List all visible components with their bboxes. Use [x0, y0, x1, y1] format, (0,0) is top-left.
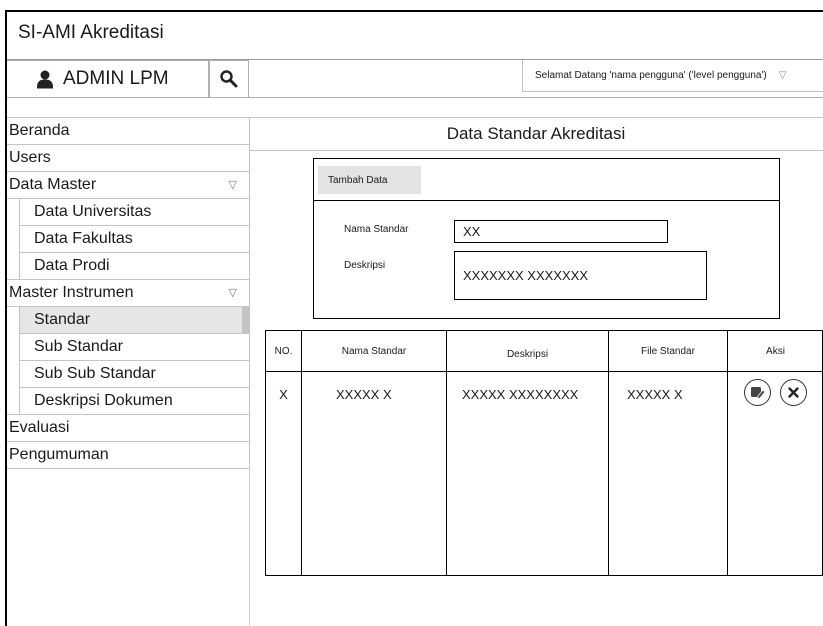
app-window: SI-AMI Akreditasi ADMIN LPM Selamat Data… — [0, 0, 823, 626]
column-header-file: File Standar — [641, 345, 695, 357]
chevron-down-icon: ▽ — [228, 287, 237, 299]
sidebar-item-label: Pengumuman — [9, 446, 109, 463]
sidebar-item-label: Data Master — [9, 176, 97, 193]
cell-deskripsi: XXXXX XXXXXXXX — [462, 386, 579, 402]
user-label: ADMIN LPM — [63, 68, 169, 89]
nama-standar-label: Nama Standar — [344, 224, 409, 235]
sidebar-item-users[interactable]: Users — [7, 144, 250, 172]
edit-button[interactable] — [744, 379, 771, 406]
sidebar-item-evaluasi[interactable]: Evaluasi — [7, 414, 250, 442]
delete-button[interactable] — [780, 379, 807, 406]
chevron-down-icon: ▽ — [228, 179, 237, 191]
sidebar-item-data-prodi[interactable]: Data Prodi — [19, 252, 250, 280]
form-divider — [314, 200, 779, 201]
sidebar-item-label: Standar — [34, 311, 91, 328]
sidebar-item-beranda[interactable]: Beranda — [7, 117, 250, 145]
welcome-text: Selamat Datang 'nama pengguna' ('level p… — [535, 70, 767, 81]
column-header-deskripsi: Deskripsi — [506, 348, 549, 360]
sidebar-item-label: Data Universitas — [34, 203, 152, 220]
deskripsi-input[interactable]: XXXXXXX XXXXXXX — [454, 251, 707, 300]
cell-file: XXXXX X — [627, 386, 683, 402]
sidebar: Beranda Users Data Master ▽ Data Univers… — [7, 117, 250, 469]
sidebar-item-label: Sub Sub Standar — [34, 365, 156, 382]
deskripsi-label: Deskripsi — [344, 260, 386, 271]
sidebar-divider — [249, 464, 250, 626]
page-title: Data Standar Akreditasi — [249, 117, 823, 151]
sidebar-item-label: Sub Standar — [34, 338, 123, 355]
cell-no: X — [279, 386, 288, 402]
nama-standar-input[interactable]: XX — [454, 220, 668, 243]
sidebar-item-label: Users — [9, 149, 51, 166]
sidebar-item-data-universitas[interactable]: Data Universitas — [19, 198, 250, 226]
sidebar-item-pengumuman[interactable]: Pengumuman — [7, 441, 250, 469]
user-profile[interactable]: ADMIN LPM — [7, 60, 209, 98]
sidebar-item-label: Master Instrumen — [9, 284, 134, 301]
welcome-dropdown[interactable]: Selamat Datang 'nama pengguna' ('level p… — [522, 60, 823, 92]
sidebar-item-sub-sub-standar[interactable]: Sub Sub Standar — [19, 360, 250, 388]
search-button[interactable] — [209, 60, 249, 98]
column-header-nama: Nama Standar — [341, 345, 407, 357]
column-header-no: NO. — [274, 345, 293, 357]
chevron-down-icon: ▽ — [778, 70, 787, 81]
sidebar-item-standar[interactable]: Standar — [19, 306, 250, 334]
search-icon — [220, 70, 238, 88]
cell-nama: XXXXX X — [336, 386, 392, 402]
sidebar-item-sub-standar[interactable]: Sub Standar — [19, 333, 250, 361]
sidebar-item-master-instrumen[interactable]: Master Instrumen ▽ — [7, 279, 250, 307]
sidebar-item-deskripsi-dokumen[interactable]: Deskripsi Dokumen — [19, 387, 250, 415]
sidebar-item-label: Deskripsi Dokumen — [34, 392, 173, 409]
column-header-aksi: Aksi — [766, 345, 785, 357]
user-icon — [37, 70, 53, 89]
sidebar-item-label: Evaluasi — [9, 419, 70, 436]
sidebar-item-label: Beranda — [9, 122, 70, 139]
standar-form: Tambah Data Nama Standar XX Deskripsi XX… — [313, 158, 780, 319]
sidebar-item-data-fakultas[interactable]: Data Fakultas — [19, 225, 250, 253]
app-title: SI-AMI Akreditasi — [18, 22, 164, 43]
close-icon — [788, 387, 799, 398]
sidebar-item-label: Data Fakultas — [34, 230, 133, 247]
header-row-divider — [266, 371, 822, 372]
standar-table: NO. Nama Standar Deskripsi File Standar … — [265, 330, 823, 576]
edit-icon — [751, 387, 766, 400]
add-data-button[interactable]: Tambah Data — [318, 166, 421, 194]
sidebar-item-data-master[interactable]: Data Master ▽ — [7, 171, 250, 199]
sidebar-item-label: Data Prodi — [34, 257, 110, 274]
window-border-top — [5, 10, 823, 12]
